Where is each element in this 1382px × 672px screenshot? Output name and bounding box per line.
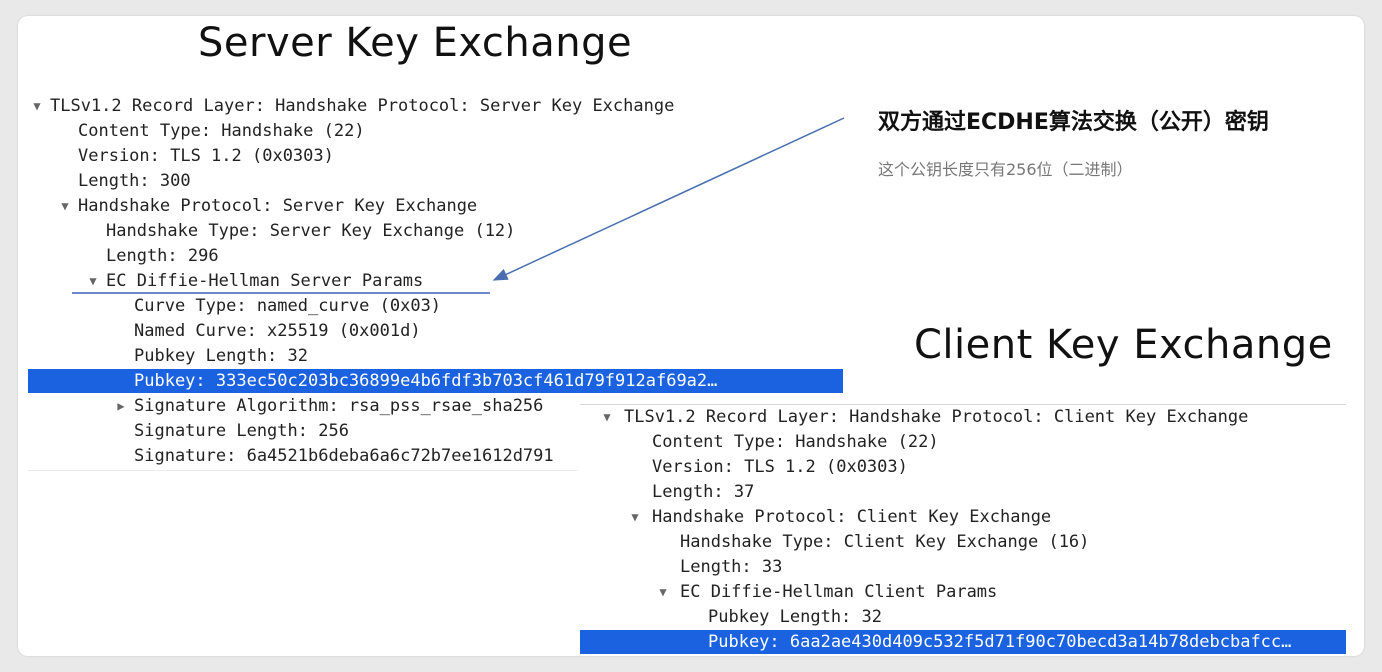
tree-row-label: Pubkey Length: 32 [708, 607, 882, 627]
tree-row-label: Signature Algorithm: rsa_pss_rsae_sha256 [134, 396, 544, 416]
tree-row-label: TLSv1.2 Record Layer: Handshake Protocol… [624, 407, 1249, 427]
divider [28, 470, 578, 471]
tree-row-signature-algorithm[interactable]: ▶ Signature Algorithm: rsa_pss_rsae_sha2… [28, 394, 588, 418]
tree-row-label: TLSv1.2 Record Layer: Handshake Protocol… [50, 96, 675, 116]
tree-row-label: EC Diffie-Hellman Server Params [106, 271, 424, 291]
collapse-triangle-icon[interactable]: ▼ [628, 505, 642, 529]
tree-row-pubkey-length[interactable]: Pubkey Length: 32 [28, 344, 828, 368]
expand-triangle-icon[interactable]: ▶ [114, 394, 128, 418]
tree-row-pubkey-selected[interactable]: Pubkey: 333ec50c203bc36899e4b6fdf3b703cf… [28, 369, 843, 393]
tree-row-label: Handshake Protocol: Server Key Exchange [78, 196, 478, 216]
annotation-title: 双方通过ECDHE算法交换（公开）密钥 [878, 110, 1269, 135]
tree-row-version[interactable]: Version: TLS 1.2 (0x0303) [28, 144, 828, 168]
server-key-exchange-title: Server Key Exchange [198, 20, 633, 66]
tree-row-version[interactable]: Version: TLS 1.2 (0x0303) [580, 455, 1346, 479]
tree-row-record-layer[interactable]: ▼ TLSv1.2 Record Layer: Handshake Protoc… [580, 405, 1346, 429]
tree-row-label: Length: 296 [106, 246, 219, 266]
slide: Server Key Exchange Client Key Exchange … [18, 16, 1364, 656]
tree-row-signature-length[interactable]: Signature Length: 256 [28, 419, 588, 443]
tree-row-curve-type[interactable]: Curve Type: named_curve (0x03) [28, 294, 828, 318]
tree-row-label: Handshake Type: Server Key Exchange (12) [106, 221, 516, 241]
tree-row-label: Pubkey: 333ec50c203bc36899e4b6fdf3b703cf… [134, 371, 718, 391]
tree-row-handshake-protocol[interactable]: ▼ Handshake Protocol: Client Key Exchang… [580, 505, 1346, 529]
tree-row-label: Signature Length: 256 [134, 421, 349, 441]
tree-row-label: Version: TLS 1.2 (0x0303) [78, 146, 334, 166]
tree-row-signature[interactable]: Signature: 6a4521b6deba6a6c72b7ee1612d79… [28, 444, 578, 468]
tree-row-handshake-length[interactable]: Length: 296 [28, 244, 828, 268]
tree-row-ec-diffie-hellman-params[interactable]: ▼ EC Diffie-Hellman Client Params [580, 580, 1346, 604]
tree-row-named-curve[interactable]: Named Curve: x25519 (0x001d) [28, 319, 828, 343]
tree-row-label: EC Diffie-Hellman Client Params [680, 582, 998, 602]
client-key-exchange-title: Client Key Exchange [914, 322, 1333, 368]
tree-row-length[interactable]: Length: 300 [28, 169, 828, 193]
tree-row-handshake-type[interactable]: Handshake Type: Server Key Exchange (12) [28, 219, 828, 243]
tree-row-label: Content Type: Handshake (22) [78, 121, 365, 141]
tree-row-record-layer[interactable]: ▼ TLSv1.2 Record Layer: Handshake Protoc… [28, 94, 828, 118]
tree-row-handshake-protocol[interactable]: ▼ Handshake Protocol: Server Key Exchang… [28, 194, 828, 218]
collapse-triangle-icon[interactable]: ▼ [58, 194, 72, 218]
tree-row-label: Curve Type: named_curve (0x03) [134, 296, 442, 316]
tree-row-length[interactable]: Length: 37 [580, 480, 1346, 504]
tree-row-label: Version: TLS 1.2 (0x0303) [652, 457, 908, 477]
tree-row-label: Length: 37 [652, 482, 755, 502]
tree-row-handshake-length[interactable]: Length: 33 [580, 555, 1346, 579]
tree-row-content-type[interactable]: Content Type: Handshake (22) [28, 119, 828, 143]
tree-row-label: Length: 33 [680, 557, 783, 577]
tree-row-label: Named Curve: x25519 (0x001d) [134, 321, 421, 341]
tree-row-label: Length: 300 [78, 171, 191, 191]
tree-row-label: Pubkey Length: 32 [134, 346, 308, 366]
tree-row-pubkey-selected[interactable]: Pubkey: 6aa2ae430d409c532f5d71f90c70becd… [580, 630, 1346, 654]
collapse-triangle-icon[interactable]: ▼ [600, 405, 614, 429]
tree-row-label: Signature: 6a4521b6deba6a6c72b7ee1612d79… [134, 446, 554, 466]
collapse-triangle-icon[interactable]: ▼ [656, 580, 670, 604]
tree-row-label: Handshake Type: Client Key Exchange (16) [680, 532, 1090, 552]
tree-row-label: Handshake Protocol: Client Key Exchange [652, 507, 1052, 527]
client-packet-details-tree: ▼ TLSv1.2 Record Layer: Handshake Protoc… [580, 404, 1346, 655]
tree-row-label: Pubkey: 6aa2ae430d409c532f5d71f90c70becd… [708, 632, 1292, 652]
tree-row-content-type[interactable]: Content Type: Handshake (22) [580, 430, 1346, 454]
tree-row-pubkey-length[interactable]: Pubkey Length: 32 [580, 605, 1346, 629]
tree-row-ec-diffie-hellman-params[interactable]: ▼ EC Diffie-Hellman Server Params [28, 269, 828, 293]
tree-row-handshake-type[interactable]: Handshake Type: Client Key Exchange (16) [580, 530, 1346, 554]
tree-row-label: Content Type: Handshake (22) [652, 432, 939, 452]
collapse-triangle-icon[interactable]: ▼ [30, 94, 44, 118]
annotation-subtitle: 这个公钥长度只有256位（二进制） [878, 160, 1133, 179]
collapse-triangle-icon[interactable]: ▼ [86, 269, 100, 293]
